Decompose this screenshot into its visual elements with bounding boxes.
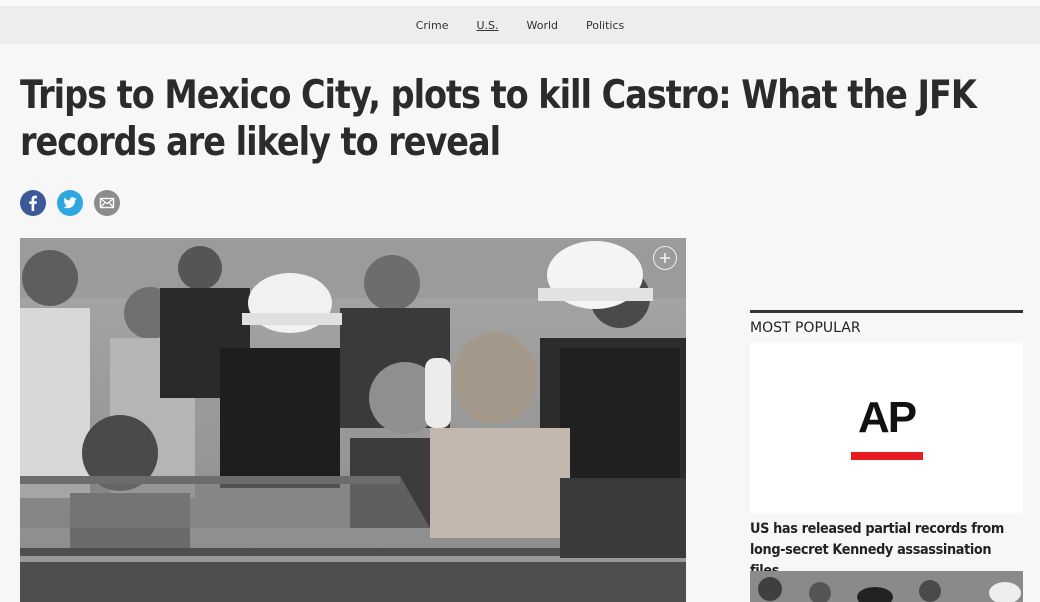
top-nav: Crime U.S. World Politics xyxy=(0,0,1040,44)
nav-link-crime[interactable]: Crime xyxy=(416,19,449,32)
sidebar-divider xyxy=(750,310,1023,313)
ap-logo-bar xyxy=(850,452,923,460)
twitter-icon xyxy=(63,197,77,209)
nav-link-us[interactable]: U.S. xyxy=(476,19,498,32)
facebook-icon xyxy=(29,195,37,211)
motorcade-thumbnail-image xyxy=(750,571,1023,602)
popular-story-thumbnail[interactable]: AP xyxy=(750,343,1023,513)
ap-logo: AP xyxy=(857,393,917,442)
plus-circle-icon xyxy=(660,253,670,263)
most-popular-heading: MOST POPULAR xyxy=(750,320,861,336)
article-headline: Trips to Mexico City, plots to kill Cast… xyxy=(20,73,977,165)
twitter-share-button[interactable] xyxy=(57,190,83,216)
nav-link-world[interactable]: World xyxy=(527,19,559,32)
email-icon xyxy=(99,197,115,209)
facebook-share-button[interactable] xyxy=(20,190,46,216)
email-share-button[interactable] xyxy=(94,190,120,216)
expand-photo-button[interactable] xyxy=(653,246,677,270)
article-photo[interactable] xyxy=(20,238,686,602)
nav-link-politics[interactable]: Politics xyxy=(586,19,624,32)
share-bar xyxy=(20,190,120,216)
popular-story-thumbnail-2[interactable] xyxy=(750,571,1023,602)
motorcade-photo-image xyxy=(20,238,686,602)
